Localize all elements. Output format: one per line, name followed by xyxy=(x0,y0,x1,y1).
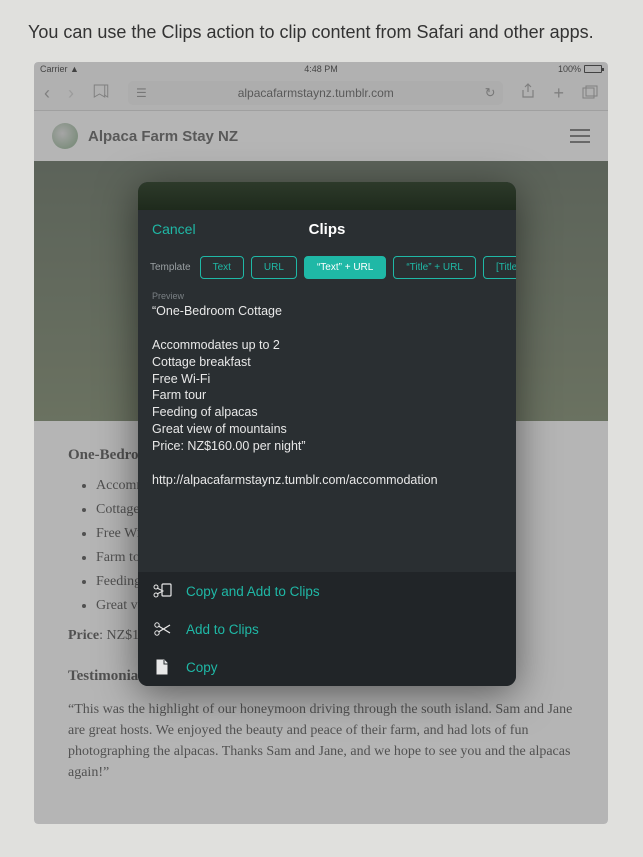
clips-modal: Cancel Clips Template Text URL “Text” + … xyxy=(138,182,516,686)
battery-percent: 100% xyxy=(558,64,581,74)
template-option-text[interactable]: Text xyxy=(200,256,244,279)
clips-title: Clips xyxy=(309,221,346,238)
action-label: Copy xyxy=(186,660,218,675)
price-label: Price xyxy=(68,628,99,643)
status-bar: Carrier ▲ 4:48 PM 100% xyxy=(34,62,608,76)
bookmarks-icon[interactable] xyxy=(92,83,110,104)
forward-button[interactable]: › xyxy=(68,83,74,104)
clips-hero-image xyxy=(138,182,516,210)
preview-label: Preview xyxy=(152,291,502,301)
page-caption: You can use the Clips action to clip con… xyxy=(0,0,643,59)
new-tab-icon[interactable]: + xyxy=(553,83,564,104)
menu-icon[interactable] xyxy=(570,129,590,143)
site-header: Alpaca Farm Stay NZ xyxy=(34,111,608,161)
template-option-url[interactable]: URL xyxy=(251,256,297,279)
template-row: Template Text URL “Text” + URL “Title” +… xyxy=(138,248,516,287)
back-button[interactable]: ‹ xyxy=(44,83,50,104)
scissors-icon xyxy=(152,620,172,638)
url-text: alpacafarmstaynz.tumblr.com xyxy=(238,86,394,100)
preview-area: Preview “One-Bedroom Cottage Accommodate… xyxy=(138,287,516,572)
action-copy[interactable]: Copy xyxy=(138,648,516,686)
url-field[interactable]: ☰ alpacafarmstaynz.tumblr.com ↻ xyxy=(128,81,503,105)
browser-toolbar: ‹ › ☰ alpacafarmstaynz.tumblr.com ↻ + xyxy=(34,76,608,111)
preview-text: “One-Bedroom Cottage Accommodates up to … xyxy=(152,303,502,489)
site-title: Alpaca Farm Stay NZ xyxy=(88,128,238,145)
reload-icon[interactable]: ↻ xyxy=(485,85,496,101)
battery-icon xyxy=(584,65,602,73)
carrier-label: Carrier ▲ xyxy=(40,64,79,74)
share-icon[interactable] xyxy=(521,83,535,104)
scissors-clipboard-icon xyxy=(152,582,172,600)
template-option-text-url[interactable]: “Text” + URL xyxy=(304,256,386,279)
tabs-icon[interactable] xyxy=(582,83,598,104)
reader-icon[interactable]: ☰ xyxy=(136,86,147,100)
document-icon xyxy=(152,658,172,676)
action-label: Copy and Add to Clips xyxy=(186,584,320,599)
testimonial-body: “This was the highlight of our honeymoon… xyxy=(68,699,574,783)
wifi-icon: ▲ xyxy=(70,64,79,74)
template-option-markdown[interactable]: [Title](URL) xyxy=(483,256,516,279)
action-label: Add to Clips xyxy=(186,622,259,637)
action-add-to-clips[interactable]: Add to Clips xyxy=(138,610,516,648)
status-time: 4:48 PM xyxy=(304,64,338,74)
cancel-button[interactable]: Cancel xyxy=(152,221,196,237)
action-copy-and-add[interactable]: Copy and Add to Clips xyxy=(138,572,516,610)
actions-list: Copy and Add to Clips Add to Clips Copy xyxy=(138,572,516,686)
avatar xyxy=(52,123,78,149)
template-label: Template xyxy=(150,262,191,273)
template-option-title-url[interactable]: “Title” + URL xyxy=(393,256,476,279)
